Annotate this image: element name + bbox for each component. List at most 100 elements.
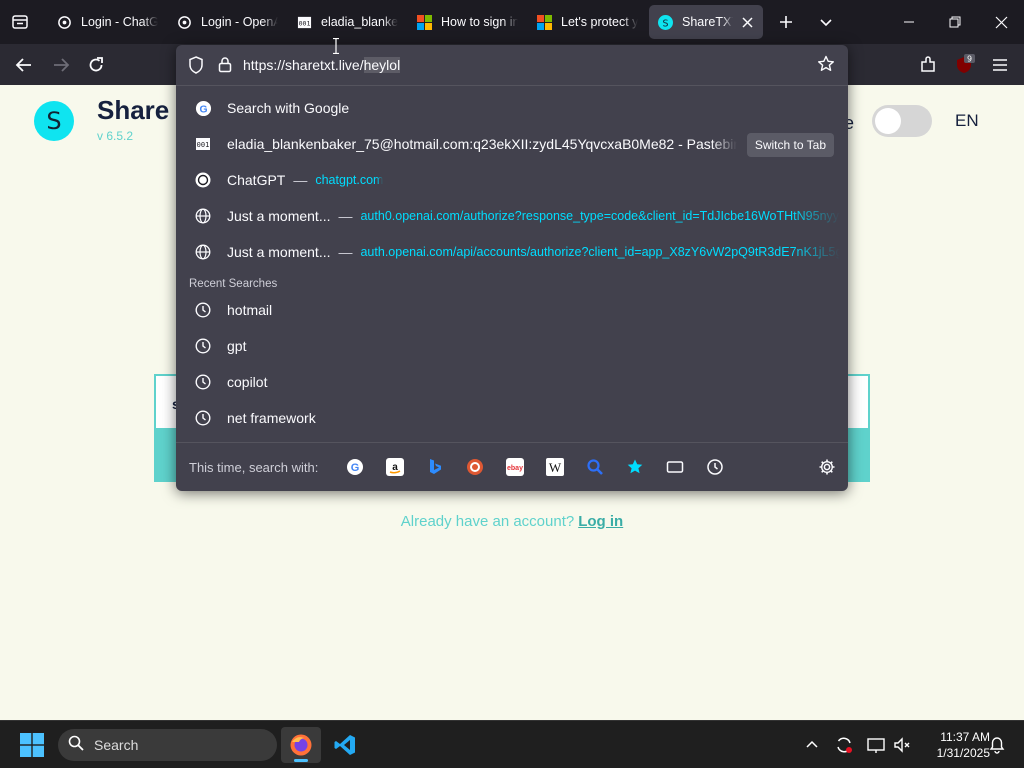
svg-text:S: S — [662, 18, 668, 29]
version-label: v 6.5.2 — [97, 129, 134, 143]
taskbar-search-box[interactable]: Search — [58, 729, 277, 761]
tab-sharetxt[interactable]: S ShareTXT - — [649, 5, 763, 39]
forward-icon[interactable] — [48, 52, 74, 78]
tab-login-openai[interactable]: Login - OpenAI — [168, 5, 286, 39]
search-icon[interactable] — [585, 457, 605, 477]
globe-icon — [194, 243, 212, 261]
recent-search-item[interactable]: net framework — [176, 400, 848, 436]
tab-strip: Login - ChatGPT Login - OpenAI 001 eladi… — [0, 0, 1024, 44]
openai-icon — [194, 171, 212, 189]
tab-title: Login - ChatGPT — [81, 15, 158, 29]
menu-icon[interactable] — [987, 52, 1013, 78]
openai-icon — [56, 14, 72, 30]
language-selector[interactable]: EN — [955, 111, 979, 131]
theme-toggle[interactable] — [872, 105, 932, 137]
search-engines-bar: This time, search with: G a ebay W — [176, 443, 848, 491]
new-tab-icon[interactable] — [774, 10, 798, 34]
google-icon[interactable]: G — [345, 457, 365, 477]
recent-search-label: copilot — [227, 374, 268, 390]
url-input[interactable]: https://sharetxt.live/heylol — [176, 45, 848, 85]
recent-search-item[interactable]: copilot — [176, 364, 848, 400]
suggestion-title: eladia_blankenbaker_75@hotmail.com:q23ek… — [227, 136, 737, 152]
suggestion-pastebin[interactable]: 001 eladia_blankenbaker_75@hotmail.com:q… — [176, 126, 848, 162]
recent-search-label: gpt — [227, 338, 247, 354]
bing-icon[interactable] — [425, 457, 445, 477]
search-google-label: Search with Google — [227, 100, 350, 116]
chevron-down-icon[interactable] — [814, 10, 838, 34]
suggestion-chatgpt[interactable]: ChatGPT — chatgpt.com — [176, 162, 848, 198]
suggestion-url: auth.openai.com/api/accounts/authorize?c… — [360, 245, 841, 259]
pastebin-icon: 001 — [296, 14, 312, 30]
tab-title: Let's protect your — [561, 15, 638, 29]
microsoft-icon — [416, 14, 432, 30]
reload-icon[interactable] — [83, 52, 109, 78]
suggestion-auth0[interactable]: Just a moment... — auth0.openai.com/auth… — [176, 198, 848, 234]
suggestion-auth[interactable]: Just a moment... — auth.openai.com/api/a… — [176, 234, 848, 270]
tab-login-chatgpt[interactable]: Login - ChatGPT — [48, 5, 166, 39]
bookmarks-icon[interactable] — [625, 457, 645, 477]
switch-to-tab-button[interactable]: Switch to Tab — [746, 133, 834, 157]
restore-icon[interactable] — [932, 0, 978, 44]
svg-text:a: a — [392, 462, 398, 473]
firefox-taskbar-icon[interactable] — [281, 727, 321, 763]
shield-icon[interactable] — [188, 56, 204, 79]
url-prefix: https://sharetxt.live/ — [243, 57, 364, 73]
history-icon[interactable] — [705, 457, 725, 477]
search-google-row[interactable]: G Search with Google — [176, 90, 848, 126]
recent-search-item[interactable]: gpt — [176, 328, 848, 364]
tabs-icon[interactable] — [665, 457, 685, 477]
close-tab-icon[interactable] — [739, 14, 755, 30]
tab-title: How to sign in — [441, 15, 518, 29]
search-settings-gear-icon[interactable] — [817, 457, 837, 477]
suggestion-url: auth0.openai.com/authorize?response_type… — [360, 209, 841, 223]
tab-lets-protect[interactable]: Let's protect your — [528, 5, 646, 39]
clock-icon — [194, 409, 212, 427]
vscode-taskbar-icon[interactable] — [325, 727, 365, 763]
sharetxt-logo[interactable]: S — [34, 101, 74, 141]
sync-icon[interactable] — [832, 733, 856, 757]
tab-title: Login - OpenAI — [201, 15, 278, 29]
tab-how-to-sign-in[interactable]: How to sign in — [408, 5, 526, 39]
sharetxt-icon: S — [657, 14, 673, 30]
login-link[interactable]: Log in — [578, 513, 623, 530]
clock-icon — [194, 373, 212, 391]
recent-search-item[interactable]: hotmail — [176, 292, 848, 328]
notification-bell-icon[interactable] — [985, 733, 1009, 757]
amazon-icon[interactable]: a — [385, 457, 405, 477]
clock-time: 11:37 AM — [940, 730, 990, 744]
svg-text:G: G — [199, 104, 207, 115]
display-icon[interactable] — [864, 733, 888, 757]
back-icon[interactable] — [11, 52, 37, 78]
bookmark-star-icon[interactable] — [817, 55, 835, 78]
url-selected-text: heylol — [363, 57, 401, 73]
suggestion-url: chatgpt.com — [315, 173, 384, 187]
duckduckgo-icon[interactable] — [465, 457, 485, 477]
pastebin-icon: 001 — [194, 135, 212, 153]
lock-icon[interactable] — [218, 56, 232, 78]
windows-taskbar: Search 11:37 AM 1/31/2025 — [0, 720, 1024, 768]
chevron-up-icon[interactable] — [800, 733, 824, 757]
suggestion-title: Just a moment... — [227, 244, 331, 260]
globe-icon — [194, 207, 212, 225]
toggle-knob — [875, 108, 901, 134]
svg-text:001: 001 — [298, 19, 310, 27]
close-window-icon[interactable] — [978, 0, 1024, 44]
search-with-label: This time, search with: — [189, 459, 319, 475]
extension-badge: 9 — [967, 55, 972, 64]
system-clock[interactable]: 11:37 AM 1/31/2025 — [920, 729, 990, 761]
urlbar-panel: https://sharetxt.live/heylol G Search wi… — [176, 45, 848, 491]
ublock-icon[interactable]: 9 — [951, 52, 977, 78]
tab-title: eladia_blankenbaker — [321, 15, 398, 29]
volume-muted-icon[interactable] — [890, 733, 914, 757]
tab-pastebin[interactable]: 001 eladia_blankenbaker — [288, 5, 406, 39]
minimize-icon[interactable] — [886, 0, 932, 44]
extensions-icon[interactable] — [915, 52, 941, 78]
taskbar-search-placeholder: Search — [94, 737, 139, 753]
svg-text:W: W — [549, 460, 562, 475]
firefox-view-icon[interactable] — [8, 10, 32, 34]
windows-start-icon[interactable] — [20, 733, 44, 757]
svg-text:ebay: ebay — [507, 465, 523, 472]
wikipedia-icon[interactable]: W — [545, 457, 565, 477]
text-cursor-icon — [333, 37, 339, 59]
ebay-icon[interactable]: ebay — [505, 457, 525, 477]
